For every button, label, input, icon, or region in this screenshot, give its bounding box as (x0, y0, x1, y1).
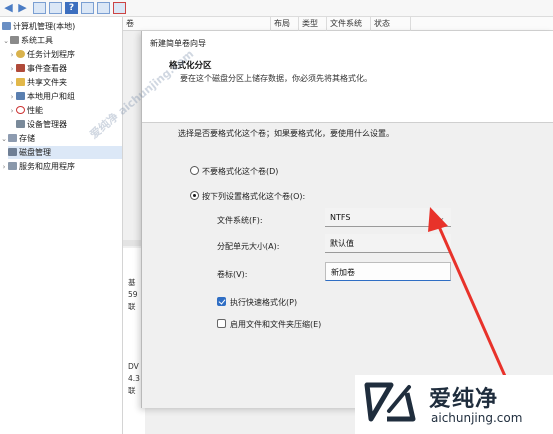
column-status[interactable]: 状态 (371, 17, 411, 31)
tree-item-event-viewer[interactable]: › 事件查看器 (8, 62, 67, 75)
column-volume[interactable]: 卷 (123, 17, 271, 31)
column-layout[interactable]: 布局 (271, 17, 299, 31)
computer-icon (2, 22, 11, 30)
chevron-right-icon[interactable]: › (8, 91, 16, 104)
check-icon[interactable] (97, 2, 110, 14)
performance-icon (16, 106, 25, 114)
mmc-toolbar: ◀ ▶ ? (0, 0, 553, 17)
radio-button[interactable] (190, 166, 199, 175)
chevron-right-icon[interactable]: › (0, 161, 8, 174)
format-prompt: 选择是否要格式化这个卷；如果要格式化，要使用什么设置。 (178, 129, 394, 138)
tree-item-device-manager[interactable]: 设备管理器 (16, 118, 67, 131)
forward-arrow-icon[interactable]: ▶ (16, 2, 29, 14)
chevron-right-icon[interactable]: › (8, 105, 16, 118)
tree-item-shared-folders[interactable]: › 共享文件夹 (8, 76, 67, 89)
column-type[interactable]: 类型 (299, 17, 327, 31)
new-simple-volume-wizard: 新建简单卷向导 格式化分区 要在这个磁盘分区上储存数据，你必须先将其格式化。 选… (141, 31, 553, 408)
tools-icon (10, 36, 19, 44)
chevron-down-icon: ⌄ (438, 213, 445, 222)
chevron-right-icon[interactable]: › (8, 63, 16, 76)
volume-list-header: 卷 布局 类型 文件系统 状态 (123, 17, 553, 31)
chevron-right-icon[interactable]: › (8, 77, 16, 90)
wizard-subheading: 要在这个磁盘分区上储存数据，你必须先将其格式化。 (180, 74, 372, 83)
tree-item-disk-management[interactable]: 磁盘管理 (8, 146, 122, 159)
checkbox-unchecked[interactable] (217, 319, 226, 328)
allocation-unit-select[interactable]: 默认值 (325, 234, 451, 253)
file-system-label: 文件系统(F): (217, 216, 263, 225)
checkbox-checked[interactable] (217, 297, 226, 306)
tree-item-task-scheduler[interactable]: › 任务计划程序 (8, 48, 75, 61)
volume-label-label: 卷标(V): (217, 270, 248, 279)
tree-item-storage[interactable]: ⌄ 存储 (0, 132, 35, 145)
wizard-title: 新建简单卷向导 (150, 39, 206, 48)
users-icon (16, 92, 25, 100)
clock-icon (16, 50, 25, 58)
event-viewer-icon (16, 64, 25, 72)
delete-icon[interactable] (113, 2, 126, 14)
quick-format-checkbox[interactable]: 执行快速格式化(P) (217, 297, 297, 309)
radio-do-not-format[interactable]: 不要格式化这个卷(D) (190, 166, 278, 178)
help-icon[interactable]: ? (65, 2, 78, 14)
logo-text: 爱纯净 (429, 387, 499, 412)
logo-url: aichunjing.com (431, 411, 523, 425)
logo-mark-icon (364, 382, 416, 422)
chevron-down-icon[interactable]: ⌄ (0, 133, 8, 146)
column-file-system[interactable]: 文件系统 (327, 17, 371, 31)
device-manager-icon (16, 120, 25, 128)
storage-icon (8, 134, 17, 142)
tree-item-system-tools[interactable]: ⌄ 系统工具 (2, 34, 53, 47)
tree-item-computer-management[interactable]: 计算机管理(本地) (2, 20, 75, 33)
chevron-right-icon[interactable]: › (8, 49, 16, 62)
show-tree-icon[interactable] (49, 2, 62, 14)
wizard-titlebar[interactable]: 新建简单卷向导 (142, 31, 553, 55)
tree-item-performance[interactable]: › 性能 (8, 104, 43, 117)
disk-icon (8, 148, 17, 156)
radio-format-volume[interactable]: 按下列设置格式化这个卷(O): (190, 191, 305, 203)
allocation-unit-label: 分配单元大小(A): (217, 242, 280, 251)
volume-label-input[interactable]: 新加卷 (325, 262, 451, 281)
aichunjing-logo: 爱纯净 aichunjing.com (355, 375, 553, 434)
shared-folder-icon (16, 78, 25, 86)
radio-button-selected[interactable] (190, 191, 199, 200)
up-folder-icon[interactable] (33, 2, 46, 14)
chevron-down-icon[interactable]: ⌄ (2, 35, 10, 48)
back-arrow-icon[interactable]: ◀ (2, 2, 15, 14)
tree-item-local-users[interactable]: › 本地用户和组 (8, 90, 75, 103)
services-icon (8, 162, 17, 170)
properties-icon[interactable] (81, 2, 94, 14)
wizard-header: 格式化分区 要在这个磁盘分区上储存数据，你必须先将其格式化。 (142, 55, 553, 123)
tree-item-services-apps[interactable]: › 服务和应用程序 (0, 160, 75, 173)
wizard-body: 选择是否要格式化这个卷；如果要格式化，要使用什么设置。 不要格式化这个卷(D) … (142, 124, 553, 408)
file-system-select[interactable]: NTFS ⌄ (325, 208, 451, 227)
navigation-tree: 计算机管理(本地) ⌄ 系统工具 › 任务计划程序 › 事件查看器 › 共享文件夹 › 本… (0, 17, 123, 434)
compression-checkbox[interactable]: 启用文件和文件夹压缩(E) (217, 319, 321, 331)
